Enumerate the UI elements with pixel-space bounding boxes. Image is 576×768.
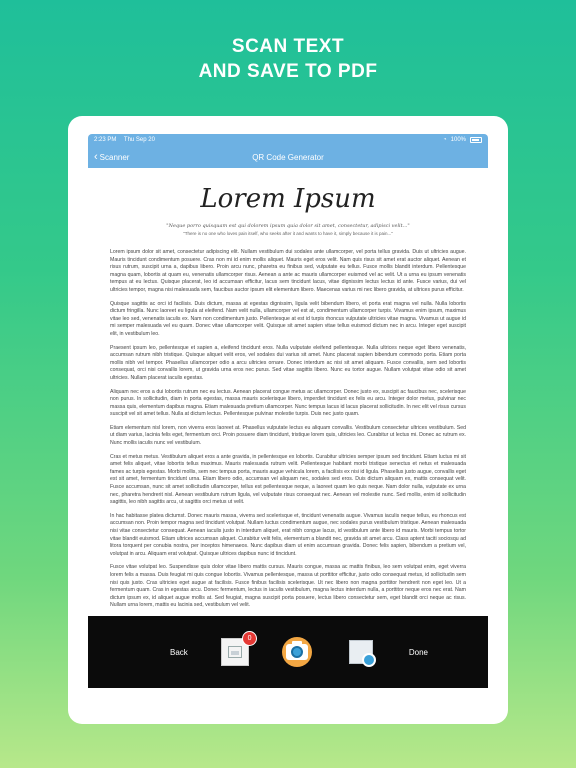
battery-icon <box>470 137 482 143</box>
nav-back-button[interactable]: ‹ Scanner <box>88 151 129 163</box>
navigation-bar: ‹ Scanner QR Code Generator <box>88 146 488 168</box>
document-paragraph: Cras et metus metus. Vestibulum aliquet … <box>110 453 466 506</box>
document-title: Lorem Ipsum <box>200 184 376 214</box>
document-quote: "Neque porro quisquam est qui dolorem ip… <box>166 223 410 229</box>
done-button[interactable]: Done <box>409 648 428 657</box>
image-thumbnail-icon <box>228 646 243 658</box>
document-quote-translation: "There is no one who loves pain itself, … <box>183 231 393 236</box>
document-paragraph: Lorem ipsum dolor sit amet, consectetur … <box>110 249 466 293</box>
status-date: Thu Sep 20 <box>123 137 155 143</box>
scan-document-button[interactable] <box>346 637 376 667</box>
scanned-document: Lorem Ipsum "Neque porro quisquam est qu… <box>88 168 488 640</box>
document-paragraph: Etiam elementum nisl lorem, non viverra … <box>110 424 466 447</box>
status-time: 2:23 PM <box>94 137 117 143</box>
back-button[interactable]: Back <box>170 648 188 657</box>
bottom-toolbar: Back 0 Done <box>88 616 488 688</box>
nav-back-label: Scanner <box>99 152 130 162</box>
tablet-screen: 2:23 PM Thu Sep 20 ◔ 100% ‹ Scanner QR C… <box>68 116 508 724</box>
document-paragraph: Quisque sagittis ac orci id facilisis. D… <box>110 300 466 337</box>
headline-line-2: AND SAVE TO PDF <box>198 61 378 82</box>
count-badge: 0 <box>242 631 258 646</box>
wifi-icon: ◔ <box>443 137 447 143</box>
gallery-thumbnail-button[interactable]: 0 <box>221 631 258 666</box>
camera-icon <box>286 641 309 660</box>
battery-percent: 100% <box>450 137 466 143</box>
status-bar: 2:23 PM Thu Sep 20 ◔ 100% <box>88 134 488 146</box>
magnifier-icon <box>361 653 376 667</box>
nav-title: QR Code Generator <box>252 152 324 162</box>
camera-button[interactable] <box>282 637 313 667</box>
chevron-left-icon: ‹ <box>94 151 98 163</box>
promo-headline: SCAN TEXT AND SAVE TO PDF <box>0 34 576 84</box>
document-paragraph: Praesent ipsum leo, pellentesque et sapi… <box>110 344 466 381</box>
document-paragraph: Aliquam nec eros a dui lobortis rutrum n… <box>110 388 466 418</box>
document-paragraph: In hac habitasse platea dictumst. Donec … <box>110 512 466 557</box>
headline-line-1: SCAN TEXT <box>231 36 345 57</box>
document-paragraph: Fusce vitae volutpat leo. Suspendisse qu… <box>110 564 466 609</box>
